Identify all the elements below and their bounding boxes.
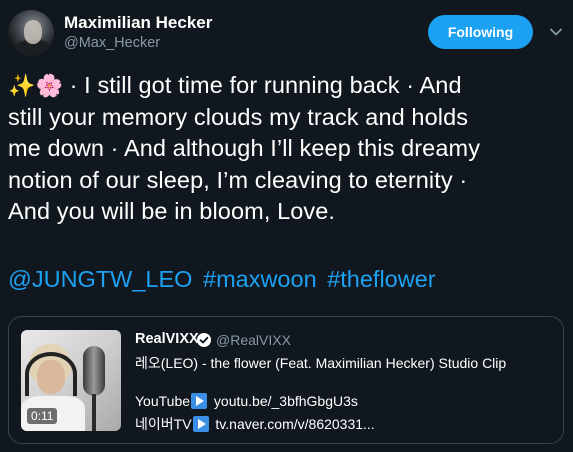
quoted-author-name[interactable]: RealVIXX bbox=[135, 331, 199, 347]
tweet-line-3: me down · And although I’ll keep this dr… bbox=[8, 135, 481, 161]
video-duration-badge: 0:11 bbox=[27, 408, 58, 424]
tweet-text: ✨🌸 · I still got time for running back ·… bbox=[8, 70, 568, 228]
verified-badge-icon bbox=[197, 333, 211, 347]
chevron-down-icon[interactable] bbox=[548, 24, 564, 40]
video-thumbnail[interactable]: 0:11 bbox=[21, 330, 121, 431]
naver-label: 네이버TV bbox=[135, 416, 192, 432]
naver-link-row: 네이버TV tv.naver.com/v/8620331... bbox=[135, 414, 375, 434]
quoted-title: 레오(LEO) - the flower (Feat. Maximilian H… bbox=[135, 355, 507, 371]
play-button-icon bbox=[192, 416, 209, 432]
quoted-tweet-card[interactable]: 0:11 RealVIXX @RealVIXX 레오(LEO) - the fl… bbox=[8, 316, 564, 444]
tweet-line-1: ✨🌸 · I still got time for running back ·… bbox=[8, 70, 568, 102]
headphones-icon bbox=[25, 352, 77, 396]
tweet-line-5: And you will be in bloom, Love. bbox=[8, 198, 336, 224]
play-button-icon bbox=[191, 393, 208, 409]
quoted-author-handle[interactable]: @RealVIXX bbox=[216, 332, 291, 348]
hashtag-link[interactable]: #theflower bbox=[327, 266, 435, 292]
hashtag-link[interactable]: #maxwoon bbox=[203, 266, 317, 292]
sparkles-blossom-emoji: ✨🌸 bbox=[8, 73, 63, 98]
tweet-entities: @JUNGTW_LEO #maxwoon #theflower bbox=[8, 266, 440, 293]
microphone-image bbox=[83, 346, 105, 396]
youtube-label: YouTube bbox=[135, 393, 191, 409]
tweet-line-4: notion of our sleep, I’m cleaving to ete… bbox=[8, 166, 468, 193]
avatar-face bbox=[24, 20, 42, 44]
following-button[interactable]: Following bbox=[428, 15, 533, 49]
author-handle[interactable]: @Max_Hecker bbox=[64, 35, 160, 51]
mic-stand-image bbox=[92, 394, 96, 431]
naver-link[interactable]: tv.naver.com/v/8620331... bbox=[215, 416, 374, 432]
youtube-link-row: YouTube youtu.be/_3bfhGbgU3s bbox=[135, 393, 358, 409]
mention-link[interactable]: @JUNGTW_LEO bbox=[8, 266, 192, 292]
tweet-line-1-text: · I still got time for running back · An… bbox=[63, 72, 462, 98]
youtube-link[interactable]: youtu.be/_3bfhGbgU3s bbox=[214, 393, 358, 409]
tweet-line-2: still your memory clouds my track and ho… bbox=[8, 103, 469, 130]
author-display-name[interactable]: Maximilian Hecker bbox=[64, 13, 212, 33]
author-avatar[interactable] bbox=[8, 10, 54, 56]
